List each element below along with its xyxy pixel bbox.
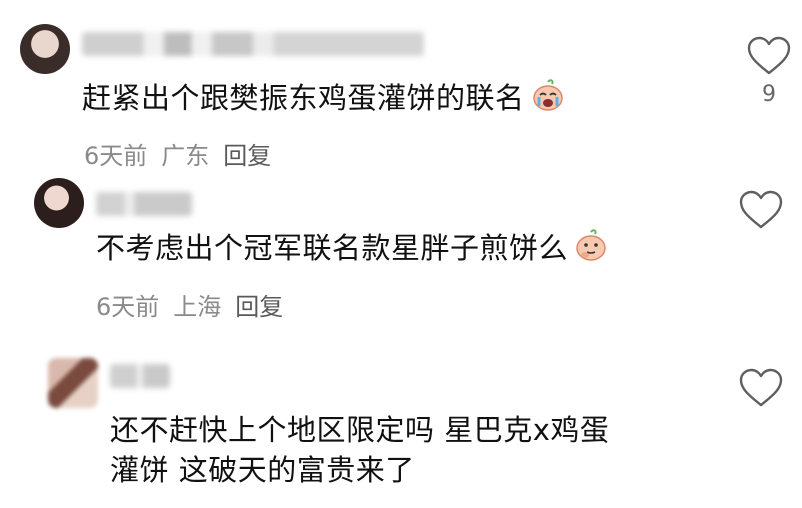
- avatar[interactable]: [20, 24, 70, 74]
- comment-item: 还不赶快上个地区限定吗 星巴克x鸡蛋 灌饼 这破天的富贵来了: [0, 340, 802, 508]
- comment-text-line: 还不赶快上个地区限定吗 星巴克x鸡蛋: [110, 413, 610, 447]
- comment-meta: 6天前 广东 回复: [84, 136, 285, 171]
- comment-meta: 6天前 上海 回复: [96, 287, 297, 322]
- comment-location: 广东: [161, 142, 210, 170]
- thinking-face-emoji-icon: [574, 228, 608, 272]
- comment-text-content: 不考虑出个冠军联名款星胖子煎饼么: [96, 231, 569, 265]
- reply-button[interactable]: 回复: [223, 142, 271, 170]
- comment-location: 上海: [173, 293, 222, 321]
- comment-item: 赶紧出个跟樊振东鸡蛋灌饼的联名 6天前 广东 回复 9: [0, 0, 802, 170]
- comment-time: 6天前: [96, 293, 160, 321]
- like-button[interactable]: 9: [746, 36, 792, 107]
- heart-icon: [747, 36, 791, 75]
- comment-text: 还不赶快上个地区限定吗 星巴克x鸡蛋 灌饼 这破天的富贵来了: [110, 410, 609, 490]
- comment-text-line: 灌饼 这破天的富贵来了: [110, 453, 415, 487]
- reply-button[interactable]: 回复: [235, 293, 283, 321]
- comment-text-content: 赶紧出个跟樊振东鸡蛋灌饼的联名: [82, 81, 525, 115]
- username-blurred[interactable]: [110, 364, 170, 388]
- comment-time: 6天前: [84, 142, 148, 170]
- comment-text: 赶紧出个跟樊振东鸡蛋灌饼的联名: [82, 78, 565, 122]
- like-count: 9: [762, 82, 776, 107]
- comment-item: 不考虑出个冠军联名款星胖子煎饼么 6天前 上海 回复: [0, 170, 802, 322]
- like-button[interactable]: [738, 190, 784, 230]
- heart-icon: [739, 190, 783, 229]
- comment-text: 不考虑出个冠军联名款星胖子煎饼么: [96, 228, 608, 272]
- avatar[interactable]: [34, 178, 84, 228]
- heart-icon: [739, 368, 783, 407]
- like-button[interactable]: [738, 368, 784, 408]
- username-blurred[interactable]: [82, 32, 424, 56]
- username-blurred[interactable]: [96, 192, 192, 216]
- avatar[interactable]: [48, 358, 98, 408]
- crying-face-emoji-icon: [531, 78, 565, 122]
